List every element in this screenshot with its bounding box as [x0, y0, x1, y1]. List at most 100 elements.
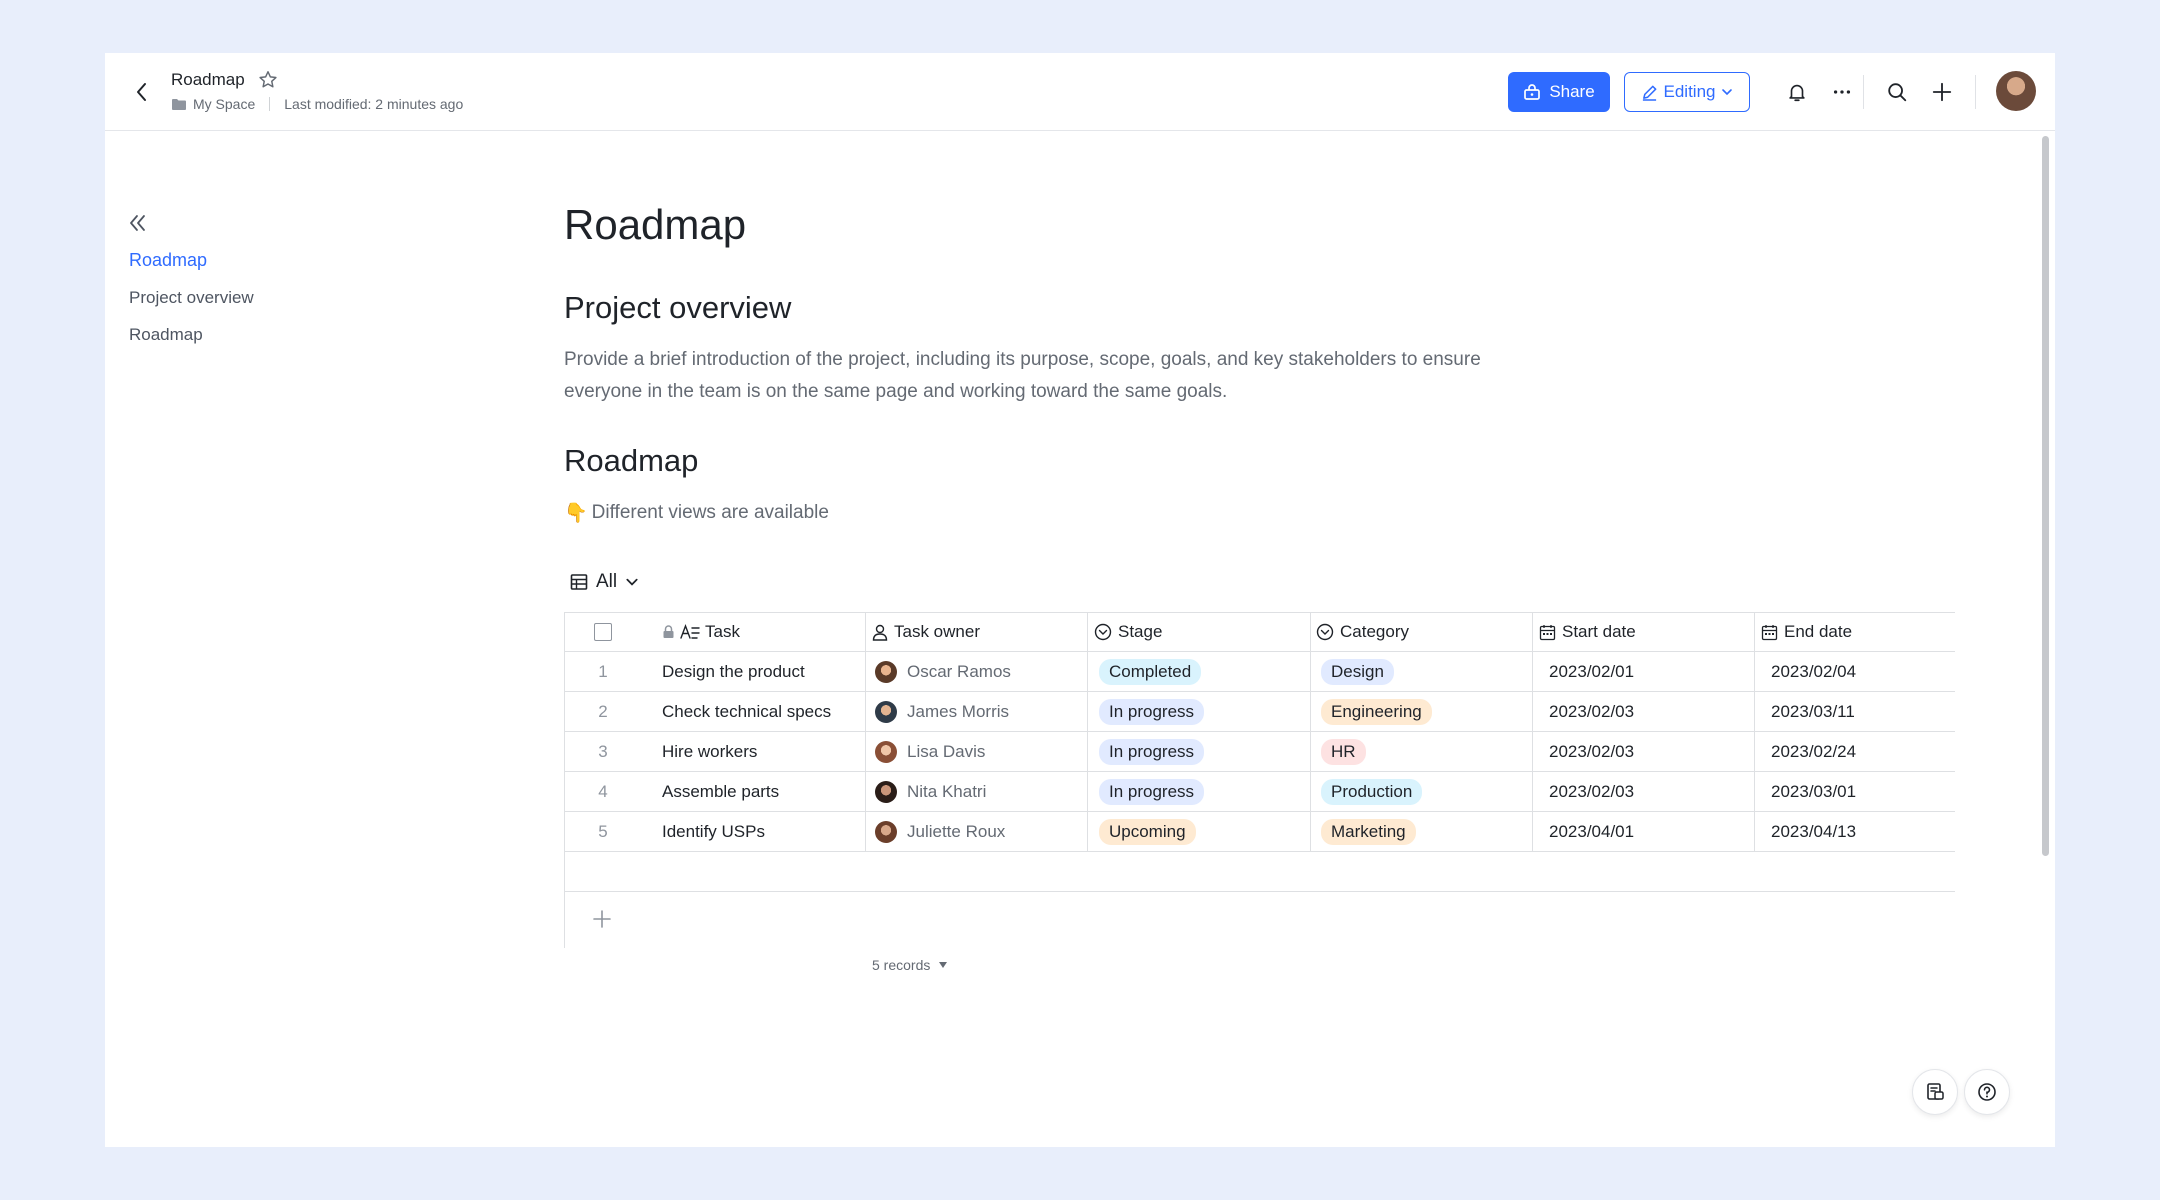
- outline-item-roadmap[interactable]: Roadmap: [129, 250, 207, 271]
- more-options-button[interactable]: [1827, 77, 1857, 107]
- category-cell[interactable]: Production: [1321, 772, 1423, 811]
- start-date-cell[interactable]: 2023/02/03: [1549, 692, 1634, 731]
- share-label: Share: [1549, 82, 1595, 101]
- top-bar: Roadmap My Space Last modified: 2 minute…: [105, 53, 2055, 131]
- owner-cell[interactable]: Juliette Roux: [875, 812, 1005, 851]
- category-tag: Production: [1321, 778, 1423, 805]
- vertical-scrollbar[interactable]: [2040, 133, 2050, 1147]
- category-cell[interactable]: Design: [1321, 652, 1394, 691]
- view-label: All: [596, 571, 618, 592]
- owner-cell[interactable]: Nita Khatri: [875, 772, 986, 811]
- column-label-category: Category: [1340, 622, 1409, 641]
- section-heading-project-overview: Project overview: [564, 290, 792, 325]
- outline-item-roadmap-section[interactable]: Roadmap: [129, 325, 203, 345]
- single-select-icon: [1094, 623, 1112, 641]
- table-row[interactable]: 2 Check technical specs James Morris In …: [564, 692, 1955, 732]
- share-button[interactable]: Share: [1508, 72, 1610, 112]
- document-comment-icon: [1927, 1083, 1944, 1100]
- owner-cell[interactable]: James Morris: [875, 692, 1009, 731]
- stage-cell[interactable]: Upcoming: [1099, 812, 1196, 851]
- header-divider: [1975, 75, 1976, 109]
- stage-cell[interactable]: In progress: [1099, 772, 1205, 811]
- stage-tag: Upcoming: [1099, 818, 1196, 845]
- star-icon[interactable]: [257, 69, 279, 91]
- chevron-left-icon: [137, 83, 146, 101]
- stage-cell[interactable]: In progress: [1099, 732, 1205, 771]
- column-header-stage[interactable]: Stage: [1094, 613, 1162, 651]
- owner-cell[interactable]: Lisa Davis: [875, 732, 985, 771]
- owner-avatar: [875, 820, 897, 843]
- pointing-down-emoji: 👇: [564, 503, 588, 524]
- bell-icon: [1789, 84, 1805, 102]
- column-header-task-owner[interactable]: Task owner: [872, 613, 980, 651]
- column-label-start-date: Start date: [1562, 622, 1636, 641]
- folder-label[interactable]: My Space: [193, 96, 255, 112]
- select-all-checkbox[interactable]: [594, 623, 612, 641]
- double-chevron-left-icon: [130, 215, 145, 231]
- select-all-checkbox-cell[interactable]: [564, 613, 642, 651]
- editing-label: Editing: [1663, 82, 1716, 101]
- help-button[interactable]: [1964, 1069, 2010, 1115]
- stage-cell[interactable]: In progress: [1099, 692, 1205, 731]
- start-date-cell[interactable]: 2023/02/01: [1549, 652, 1634, 691]
- plus-icon: [1932, 82, 1952, 102]
- back-button[interactable]: [127, 77, 157, 107]
- add-record-row[interactable]: [564, 852, 1955, 892]
- outline-item-project-overview[interactable]: Project overview: [129, 288, 254, 308]
- last-modified-label: Last modified: 2 minutes ago: [284, 96, 464, 112]
- notification-button[interactable]: [1782, 77, 1812, 107]
- records-count[interactable]: 5 records: [872, 957, 948, 973]
- add-record-button[interactable]: [592, 909, 616, 933]
- document-meta: My Space Last modified: 2 minutes ago: [171, 96, 463, 112]
- user-avatar[interactable]: [1996, 71, 2036, 111]
- header-divider: [1863, 75, 1864, 109]
- stage-cell[interactable]: Completed: [1099, 652, 1202, 691]
- column-label-task-owner: Task owner: [894, 622, 980, 641]
- category-cell[interactable]: HR: [1321, 732, 1366, 771]
- end-date-cell[interactable]: 2023/03/11: [1771, 692, 1855, 731]
- end-date-cell[interactable]: 2023/04/13: [1771, 812, 1856, 851]
- owner-name: Nita Khatri: [907, 781, 987, 801]
- end-date-cell[interactable]: 2023/02/24: [1771, 732, 1856, 771]
- start-date-cell[interactable]: 2023/02/03: [1549, 732, 1634, 771]
- table-row[interactable]: 5 Identify USPs Juliette Roux Upcoming M…: [564, 812, 1955, 852]
- caret-down-icon: [939, 962, 948, 968]
- search-button[interactable]: [1882, 77, 1912, 107]
- end-date-cell[interactable]: 2023/02/04: [1771, 652, 1856, 691]
- single-select-icon: [1316, 623, 1334, 641]
- folder-icon: [172, 98, 186, 110]
- column-header-category[interactable]: Category: [1316, 613, 1409, 651]
- column-header-task[interactable]: Task: [662, 613, 740, 651]
- document-title[interactable]: Roadmap: [171, 70, 245, 90]
- table-row[interactable]: 3 Hire workers Lisa Davis In progress HR…: [564, 732, 1955, 772]
- owner-cell[interactable]: Oscar Ramos: [875, 652, 1011, 691]
- start-date-cell[interactable]: 2023/02/03: [1549, 772, 1634, 811]
- view-selector[interactable]: All: [570, 571, 639, 593]
- task-cell[interactable]: Design the product: [662, 652, 805, 691]
- scrollbar-thumb[interactable]: [2042, 136, 2049, 856]
- category-cell[interactable]: Marketing: [1321, 812, 1416, 851]
- column-label-stage: Stage: [1118, 622, 1163, 641]
- editing-mode-button[interactable]: Editing: [1624, 72, 1750, 112]
- chevron-down-icon: [1722, 89, 1733, 96]
- task-cell[interactable]: Hire workers: [662, 732, 757, 771]
- owner-name: Lisa Davis: [907, 741, 986, 761]
- lock-icon: [663, 625, 674, 638]
- category-cell[interactable]: Engineering: [1321, 692, 1432, 731]
- app-window: Roadmap My Space Last modified: 2 minute…: [105, 53, 2055, 1147]
- table-row[interactable]: 1 Design the product Oscar Ramos Complet…: [564, 652, 1955, 692]
- end-date-cell[interactable]: 2023/03/01: [1771, 772, 1856, 811]
- column-header-end-date[interactable]: End date: [1761, 613, 1852, 651]
- row-number: 3: [598, 741, 608, 761]
- table-row[interactable]: 4 Assemble parts Nita Khatri In progress…: [564, 772, 1955, 812]
- task-cell[interactable]: Identify USPs: [662, 812, 765, 851]
- create-button[interactable]: [1927, 77, 1957, 107]
- task-cell[interactable]: Assemble parts: [662, 772, 779, 811]
- collapse-outline-button[interactable]: [126, 211, 150, 235]
- comments-panel-button[interactable]: [1912, 1069, 1958, 1115]
- task-cell[interactable]: Check technical specs: [662, 692, 831, 731]
- page-title: Roadmap: [564, 201, 747, 248]
- start-date-cell[interactable]: 2023/04/01: [1549, 812, 1634, 851]
- column-header-start-date[interactable]: Start date: [1539, 613, 1636, 651]
- owner-avatar: [875, 700, 897, 723]
